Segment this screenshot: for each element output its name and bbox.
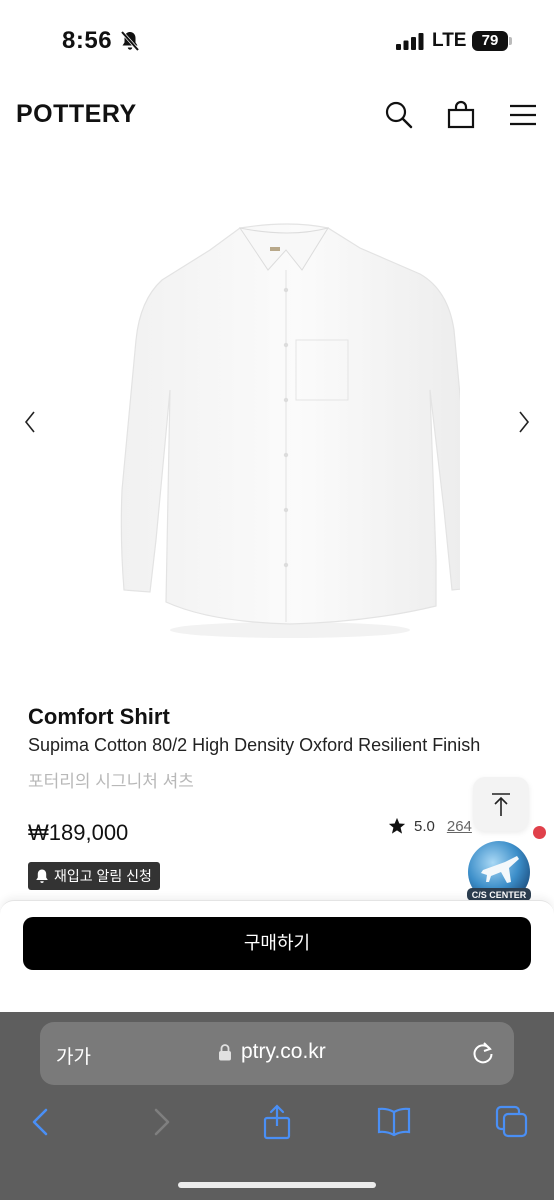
status-bar: 8:56 LTE 79 <box>0 0 554 80</box>
lock-icon <box>219 1044 231 1061</box>
restock-alert-label: 재입고 알림 신청 <box>54 868 152 884</box>
bookmarks-icon[interactable] <box>376 1104 412 1140</box>
tabs-icon[interactable] <box>494 1104 530 1140</box>
product-gallery <box>0 190 554 660</box>
text-size-button[interactable]: 가가 <box>56 1042 91 1069</box>
bell-icon <box>36 869 48 883</box>
network-type: LTE <box>432 30 467 51</box>
chevron-right-icon[interactable] <box>516 410 532 434</box>
product-price: ₩189,000 <box>28 820 129 845</box>
battery-level: 79 <box>472 31 508 51</box>
buy-button[interactable]: 구매하기 <box>23 917 531 970</box>
product-name: Comfort Shirt <box>28 704 170 729</box>
signal-icon <box>396 33 424 50</box>
site-header: POTTERY <box>0 80 554 150</box>
search-icon[interactable] <box>384 100 414 130</box>
scroll-top-button[interactable] <box>473 777 529 831</box>
menu-icon[interactable] <box>508 100 538 130</box>
chevron-left-icon[interactable] <box>22 410 38 434</box>
rating-score: 5.0 <box>414 817 435 835</box>
shopping-bag-icon[interactable] <box>446 100 476 130</box>
forward-icon[interactable] <box>142 1104 178 1140</box>
back-icon[interactable] <box>24 1104 60 1140</box>
browser-toolbar: 가가 ptry.co.kr <box>0 1012 554 1200</box>
status-time: 8:56 <box>62 27 113 54</box>
product-description: Supima Cotton 80/2 High Density Oxford R… <box>28 735 481 755</box>
cs-center-badge[interactable]: C/S CENTER <box>465 840 533 908</box>
address-bar[interactable]: 가가 ptry.co.kr <box>40 1022 514 1085</box>
cs-center-label: C/S CENTER <box>472 890 527 900</box>
reload-icon[interactable] <box>470 1040 496 1066</box>
battery-nub <box>509 37 512 45</box>
arrow-up-icon <box>492 793 510 816</box>
product-subtitle: 포터리의 시그니처 셔츠 <box>28 772 194 791</box>
purchase-sheet: 구매하기 <box>0 900 554 1012</box>
share-icon[interactable] <box>259 1104 295 1140</box>
star-icon <box>388 817 406 834</box>
review-count-link[interactable]: 264 <box>447 818 472 835</box>
bell-slash-icon <box>120 30 140 52</box>
home-indicator <box>178 1182 376 1188</box>
product-image-shirt <box>120 223 460 638</box>
product-rating: 5.0 264 <box>388 815 472 837</box>
restock-alert-button[interactable]: 재입고 알림 신청 <box>28 862 160 890</box>
notification-dot <box>533 826 546 839</box>
site-logo[interactable]: POTTERY <box>16 100 137 129</box>
url-text[interactable]: ptry.co.kr <box>241 1040 326 1064</box>
